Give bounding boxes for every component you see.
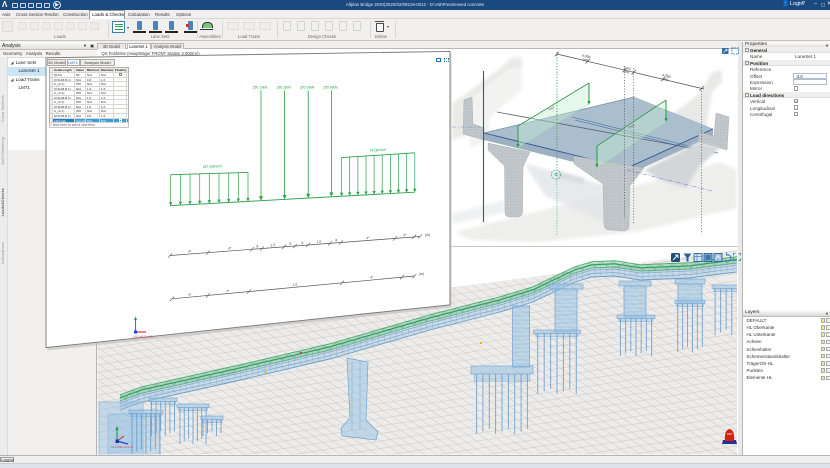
svg-text:+0.2 ANF +0.1 +0: +0.2 ANF +0.1 +0	[111, 445, 133, 449]
